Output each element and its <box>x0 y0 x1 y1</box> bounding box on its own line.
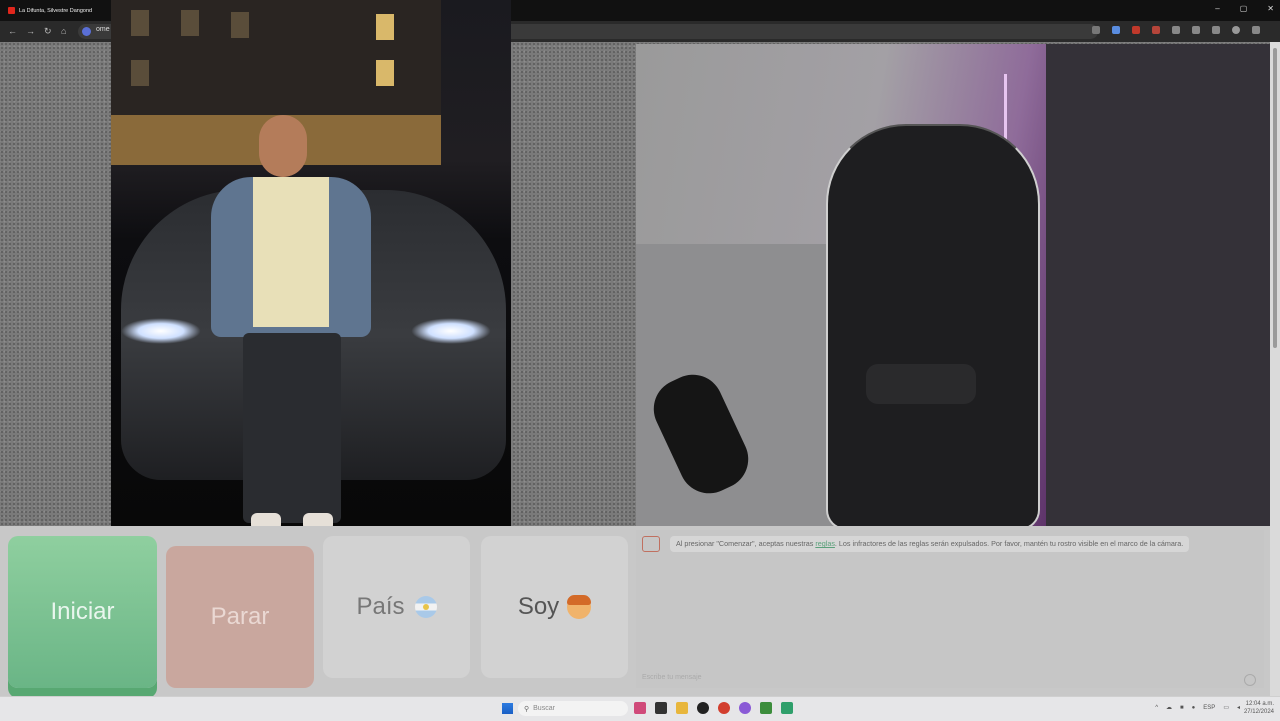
widget-app-icon[interactable] <box>634 702 646 714</box>
stop-button[interactable]: Parar <box>166 546 314 688</box>
obs-app-icon[interactable] <box>697 702 709 714</box>
site-info-icon[interactable] <box>82 27 91 36</box>
chat-input[interactable]: Escribe tu mensaje <box>642 674 702 681</box>
forward-icon[interactable]: → <box>26 26 35 37</box>
clock-date: 27/12/2024 <box>1243 709 1274 715</box>
volume-icon[interactable]: ◂ <box>1237 704 1240 711</box>
tray-mic-icon[interactable]: ● <box>1192 705 1196 711</box>
window-controls: – ▢ ✕ <box>1215 4 1274 13</box>
minecraft-app-icon[interactable] <box>760 702 772 714</box>
extension-shield-icon[interactable] <box>1152 26 1160 34</box>
sidebar-icon[interactable] <box>1192 26 1200 34</box>
clock[interactable]: 12:04 a.m. 27/12/2024 <box>1244 700 1274 716</box>
start-button[interactable]: Iniciar <box>8 536 157 688</box>
extension-red-icon[interactable] <box>1132 26 1140 34</box>
rules-notice-text: Al presionar "Comenzar", aceptas nuestra… <box>670 536 1190 552</box>
taskbar-apps <box>634 702 793 714</box>
emoji-icon[interactable] <box>1244 674 1256 686</box>
chat-panel: Al presionar "Comenzar", aceptas nuestra… <box>636 530 1264 688</box>
clock-time: 12:04 a.m. <box>1245 701 1274 707</box>
local-camera-video <box>636 44 1270 526</box>
rules-notice: Al presionar "Comenzar", aceptas nuestra… <box>642 536 1190 552</box>
extension-icons <box>1092 26 1260 34</box>
language-indicator[interactable]: ESP <box>1203 705 1215 711</box>
info-card-icon <box>642 536 660 552</box>
back-icon[interactable]: ← <box>8 26 17 37</box>
gender-selector[interactable]: Soy <box>481 536 628 678</box>
taskbar-search[interactable]: ⚲ Buscar <box>518 701 628 716</box>
search-placeholder: Buscar <box>533 705 555 712</box>
tray-chevron-icon[interactable]: ^ <box>1155 705 1158 711</box>
country-label: País <box>356 593 405 620</box>
tab-title: La Difunta, Silvestre Dangond <box>19 7 93 14</box>
maximize-button[interactable]: ▢ <box>1240 4 1248 13</box>
cast-icon[interactable] <box>1092 26 1100 34</box>
system-tray: ^ ☁ ■ ● ESP ▭ ◂ <box>1155 704 1240 712</box>
reload-icon[interactable]: ↻ <box>44 26 52 37</box>
profile-avatar[interactable] <box>1232 26 1240 34</box>
minimize-button[interactable]: – <box>1215 4 1219 13</box>
menu-dots-icon[interactable] <box>1252 26 1260 34</box>
bookmark-star-icon[interactable] <box>1112 26 1120 34</box>
file-explorer-icon[interactable] <box>676 702 688 714</box>
taskbar: ⚲ Buscar ^ ☁ ■ ● ESP ▭ ◂ 12:04 a.m. 27/1… <box>0 696 1280 721</box>
search-icon: ⚲ <box>524 705 530 713</box>
extensions-puzzle-icon[interactable] <box>1172 26 1180 34</box>
start-label: Iniciar <box>50 598 115 625</box>
controls-bar: Iniciar Parar País Soy Al presionar "Com… <box>0 526 1270 696</box>
discord-app-icon[interactable] <box>739 702 751 714</box>
tray-app-icon[interactable]: ■ <box>1180 705 1184 711</box>
gender-label: Soy <box>517 593 560 620</box>
close-button[interactable]: ✕ <box>1267 4 1274 13</box>
rules-link[interactable]: reglas <box>815 539 835 548</box>
network-icon[interactable]: ▭ <box>1223 704 1229 711</box>
chrome-icon[interactable] <box>718 702 730 714</box>
scrollbar[interactable] <box>1270 42 1280 696</box>
argentina-flag-icon <box>414 596 437 618</box>
windows-start-icon[interactable] <box>502 703 513 714</box>
tray-cloud-icon[interactable]: ☁ <box>1166 704 1172 711</box>
boy-emoji-icon <box>567 595 592 619</box>
stop-label: Parar <box>210 603 270 630</box>
terminal-app-icon[interactable] <box>655 702 667 714</box>
gaming-chair <box>826 124 1040 526</box>
url-text: ome <box>96 26 110 33</box>
youtube-favicon-icon <box>8 7 15 14</box>
person <box>211 115 371 533</box>
scrollbar-thumb[interactable] <box>1273 48 1277 348</box>
remote-video <box>111 0 511 533</box>
download-icon[interactable] <box>1212 26 1220 34</box>
notepad-app-icon[interactable] <box>781 702 793 714</box>
browser-tab[interactable]: La Difunta, Silvestre Dangond <box>0 0 112 21</box>
country-selector[interactable]: País <box>323 536 470 678</box>
home-icon[interactable]: ⌂ <box>61 26 66 37</box>
